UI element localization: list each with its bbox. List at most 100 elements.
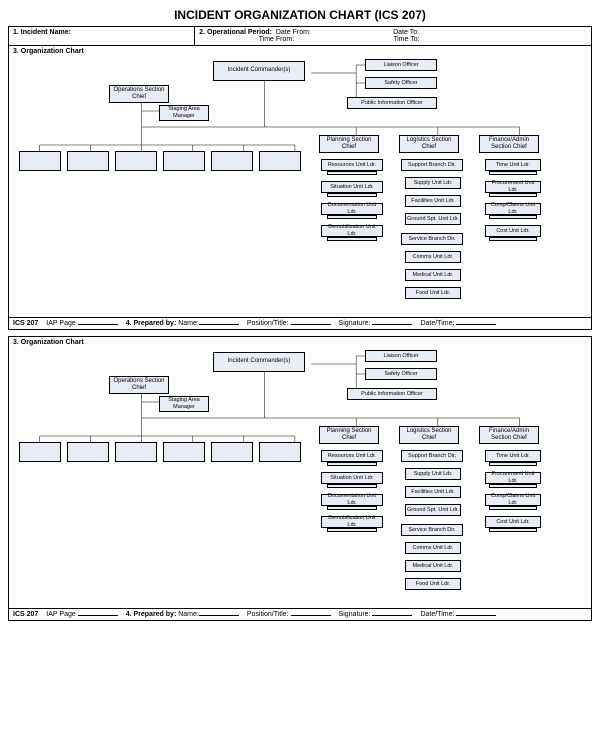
op-period-label: 2. Operational Period: [199,29,272,36]
ops-blank-5 [211,442,253,462]
node-fin-1: Procurement Unit Ldr. [485,181,541,193]
node-log-7: Food Unit Ldr. [405,578,461,590]
node-incident-commander: Incident Commander(s) [213,352,305,372]
date-to-label: Date To: [393,29,419,36]
fin-blank-0 [489,462,537,466]
node-log-5: Comms Unit Ldr. [405,542,461,554]
planning-blank-3 [327,528,377,532]
node-log-4: Service Branch Dir. [401,233,463,245]
node-fin-1: Procurement Unit Ldr. [485,472,541,484]
node-log-2: Facilities Unit Ldr. [405,486,461,498]
fin-blank-3 [489,528,537,532]
node-planning-1: Situation Unit Ldr. [321,472,383,484]
fin-blank-1 [489,193,537,197]
node-safety: Safety Officer [365,368,437,380]
node-planning-0: Resources Unit Ldr. [321,159,383,171]
signature-label: Signature: [339,320,371,327]
iap-page-label: IAP Page [46,611,75,618]
node-fin-0: Time Unit Ldr. [485,450,541,462]
footer-row-1: ICS 207 IAP Page 4. Prepared by: Name: P… [9,317,591,329]
node-fin-2: Comp/Claims Unit Ldr. [485,203,541,215]
footer-row-2: ICS 207 IAP Page 4. Prepared by: Name: P… [9,608,591,620]
ops-blank-4 [163,442,205,462]
prepared-by-label: 4. Prepared by: [126,611,177,618]
node-log-6: Medical Unit Ldr. [405,560,461,572]
fin-blank-3 [489,237,537,241]
planning-blank-3 [327,237,377,241]
section3-label: 3. Organization Chart [9,46,591,57]
node-fin-3: Cost Unit Ldr. [485,516,541,528]
datetime-label: Date/Time: [420,320,454,327]
node-planning-1: Situation Unit Ldr. [321,181,383,193]
node-planning-3: Demobilization Unit Ldr. [321,225,383,237]
incident-name-label: 1. Incident Name: [13,29,71,36]
node-fin-0: Time Unit Ldr. [485,159,541,171]
node-log-6: Medical Unit Ldr. [405,269,461,281]
ops-blank-3 [115,442,157,462]
ops-blank-1 [19,442,61,462]
node-planning-2: Documentation Unit Ldr. [321,203,383,215]
form-title: INCIDENT ORGANIZATION CHART (ICS 207) [8,8,592,22]
node-fin-3: Cost Unit Ldr. [485,225,541,237]
fin-blank-2 [489,215,537,219]
prepared-by-label: 4. Prepared by: [126,320,177,327]
fin-blank-2 [489,506,537,510]
node-logistics-chief: Logistics Section Chief [399,426,459,444]
planning-blank-0 [327,171,377,175]
planning-blank-1 [327,193,377,197]
node-finance-chief: Finance/Admin Section Chief [479,426,539,444]
planning-blank-0 [327,462,377,466]
time-from-label: Time From: [259,36,295,43]
org-chart-2: Incident Commander(s) Liaison Officer Sa… [9,348,591,608]
name-label: Name: [178,611,199,618]
position-label: Position/Title: [247,611,289,618]
node-planning-chief: Planning Section Chief [319,426,379,444]
ops-blank-6 [259,442,301,462]
node-log-0: Support Branch Dir. [401,450,463,462]
planning-blank-1 [327,484,377,488]
form-copy-1: 1. Incident Name: 2. Operational Period:… [8,26,592,330]
node-log-3: Ground Spt. Unit Ldr. [405,504,461,516]
planning-blank-2 [327,506,377,510]
fin-blank-0 [489,171,537,175]
incident-name-cell: 1. Incident Name: [9,27,195,45]
fin-blank-1 [489,484,537,488]
node-pio: Public Information Officer [347,97,437,109]
node-safety: Safety Officer [365,77,437,89]
operational-period-cell: 2. Operational Period: Date From: xx Tim… [195,27,591,45]
node-planning-0: Resources Unit Ldr. [321,450,383,462]
ops-blank-2 [67,442,109,462]
header-row: 1. Incident Name: 2. Operational Period:… [9,27,591,46]
node-fin-2: Comp/Claims Unit Ldr. [485,494,541,506]
node-planning-3: Demobilization Unit Ldr. [321,516,383,528]
node-incident-commander: Incident Commander(s) [213,61,305,81]
node-staging: Staging Area Manager [159,396,209,412]
node-log-1: Supply Unit Ldr. [405,177,461,189]
iap-page-label: IAP Page [46,320,75,327]
ics-label: ICS 207 [13,320,38,327]
node-pio: Public Information Officer [347,388,437,400]
node-staging: Staging Area Manager [159,105,209,121]
signature-label: Signature: [339,611,371,618]
ops-blank-3 [115,151,157,171]
datetime-label: Date/Time: [420,611,454,618]
ics-label: ICS 207 [13,611,38,618]
node-log-3: Ground Spt. Unit Ldr. [405,213,461,225]
ops-blank-1 [19,151,61,171]
node-ops-chief: Operations Section Chief [109,376,169,394]
node-log-2: Facilities Unit Ldr. [405,195,461,207]
node-log-4: Service Branch Dir. [401,524,463,536]
node-ops-chief: Operations Section Chief [109,85,169,103]
planning-blank-2 [327,215,377,219]
ops-blank-5 [211,151,253,171]
node-log-0: Support Branch Dir. [401,159,463,171]
date-from-label: Date From: [276,29,311,36]
node-finance-chief: Finance/Admin Section Chief [479,135,539,153]
node-log-7: Food Unit Ldr. [405,287,461,299]
node-liaison: Liaison Officer [365,59,437,71]
position-label: Position/Title: [247,320,289,327]
node-log-1: Supply Unit Ldr. [405,468,461,480]
section3-label-2: 3. Organization Chart [9,337,591,348]
node-planning-2: Documentation Unit Ldr. [321,494,383,506]
form-copy-2: 3. Organization Chart Incident Commander… [8,336,592,621]
